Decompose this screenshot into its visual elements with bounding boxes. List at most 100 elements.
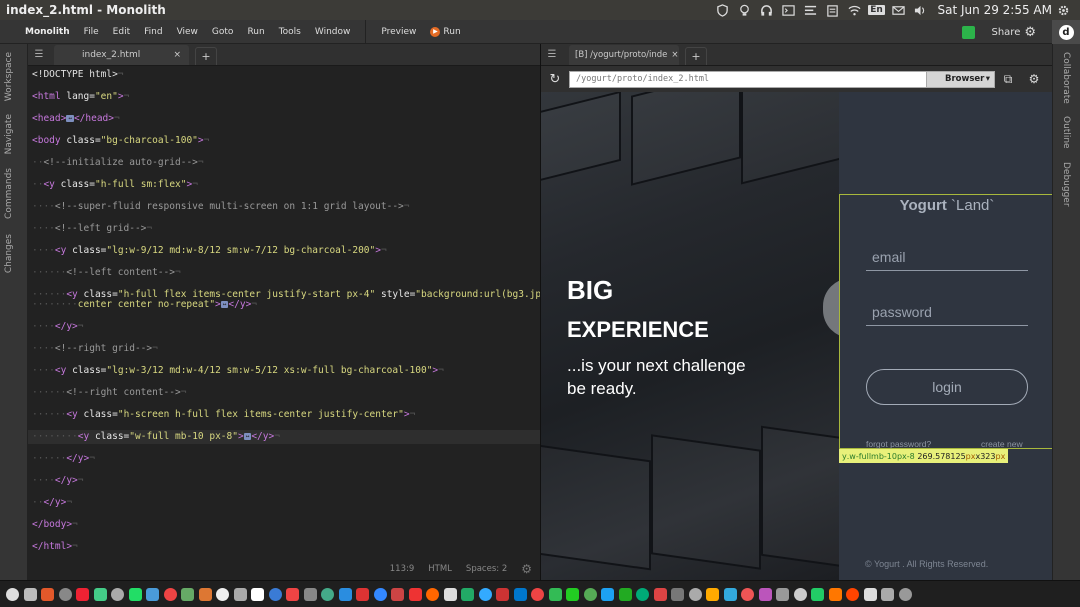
dock-app-icon[interactable]	[407, 586, 425, 603]
create-new-link[interactable]: create new	[981, 439, 1023, 449]
sidebar-tab-workspace[interactable]: Workspace	[4, 52, 14, 101]
dock-app-icon[interactable]	[144, 586, 162, 603]
dock-app-icon[interactable]	[669, 586, 687, 603]
menu-goto[interactable]: Goto	[205, 27, 241, 37]
dock-app-icon[interactable]	[459, 586, 477, 603]
dock-app-icon[interactable]	[354, 586, 372, 603]
tab-list-icon[interactable]: ☰	[28, 43, 50, 65]
preview-button[interactable]: Preview	[374, 27, 423, 37]
sidebar-tab-debugger[interactable]: Debugger	[1061, 162, 1071, 207]
dock-app-icon[interactable]	[634, 586, 652, 603]
new-tab-button[interactable]: +	[195, 47, 217, 65]
dock-app-icon[interactable]	[582, 586, 600, 603]
dock-app-icon[interactable]	[652, 586, 670, 603]
tab-index-2-html[interactable]: index_2.html ×	[54, 45, 189, 65]
menu-run[interactable]: Run	[240, 27, 271, 37]
code-area[interactable]: <!DOCTYPE html>¬ <html lang="en">¬ <head…	[28, 66, 553, 558]
menu-file[interactable]: File	[77, 27, 106, 37]
browser-select[interactable]: Browser ▾	[927, 70, 995, 88]
dock-app-icon[interactable]	[512, 586, 530, 603]
sidebar-tab-collaborate[interactable]: Collaborate	[1061, 52, 1071, 104]
dock-app-icon[interactable]	[267, 586, 285, 603]
menu-find[interactable]: Find	[137, 27, 169, 37]
dock-app-icon[interactable]	[197, 586, 215, 603]
dock-app-icon[interactable]	[442, 586, 460, 603]
dock-app-icon[interactable]	[389, 586, 407, 603]
wifi-icon[interactable]	[844, 0, 866, 20]
dock-app-icon[interactable]	[424, 586, 442, 603]
sidebar-tab-commands[interactable]: Commands	[4, 168, 14, 219]
dock-app-icon[interactable]	[39, 586, 57, 603]
sidebar-tab-changes[interactable]: Changes	[4, 234, 14, 273]
dock-app-icon[interactable]	[844, 586, 862, 603]
dock-app-icon[interactable]	[162, 586, 180, 603]
cursor-position[interactable]: 113:9	[390, 564, 415, 574]
dock-app-icon[interactable]	[127, 586, 145, 603]
reload-icon[interactable]: ↻	[541, 72, 569, 87]
indent-setting[interactable]: Spaces: 2	[466, 564, 507, 574]
dock-app-icon[interactable]	[862, 586, 880, 603]
volume-icon[interactable]	[910, 0, 932, 20]
dock-app-icon[interactable]	[232, 586, 250, 603]
dock-app-icon[interactable]	[4, 586, 22, 603]
collaborators-icon[interactable]	[962, 25, 976, 39]
password-field[interactable]: password	[866, 304, 1028, 326]
dock-app-icon[interactable]	[739, 586, 757, 603]
dock-app-icon[interactable]	[774, 586, 792, 603]
dock-app-icon[interactable]	[827, 586, 845, 603]
menu-window[interactable]: Window	[308, 27, 358, 37]
tab-preview[interactable]: [B] /yogurt/proto/inde ×	[569, 45, 679, 65]
dock-app-icon[interactable]	[494, 586, 512, 603]
forgot-password-link[interactable]: forgot password?	[866, 439, 931, 449]
dock-app-icon[interactable]	[897, 586, 915, 603]
email-field[interactable]: email	[866, 249, 1028, 271]
dock-app-icon[interactable]	[57, 586, 75, 603]
dock-app-icon[interactable]	[22, 586, 40, 603]
close-icon[interactable]: ×	[671, 50, 678, 60]
dock-app-icon[interactable]	[792, 586, 810, 603]
dock-app-icon[interactable]	[547, 586, 565, 603]
gear-icon[interactable]: ⚙	[1021, 72, 1047, 86]
dock-app-icon[interactable]	[109, 586, 127, 603]
mail-icon[interactable]	[888, 0, 910, 20]
dock-app-icon[interactable]	[337, 586, 355, 603]
dock-app-icon[interactable]	[92, 586, 110, 603]
syntax-mode[interactable]: HTML	[428, 564, 452, 574]
run-button[interactable]: ▶ Run	[423, 26, 467, 37]
tab-list-icon[interactable]: ☰	[541, 43, 563, 65]
dashboard-button[interactable]: d	[1052, 20, 1080, 44]
dock-app-icon[interactable]	[599, 586, 617, 603]
dock-app-icon[interactable]	[687, 586, 705, 603]
url-input[interactable]	[569, 70, 927, 88]
dock-app-icon[interactable]	[249, 586, 267, 603]
popout-icon[interactable]: ⧉	[995, 72, 1021, 87]
shield-icon[interactable]	[712, 0, 734, 20]
power-gear-icon[interactable]	[1052, 0, 1074, 20]
dock-app-icon[interactable]	[319, 586, 337, 603]
menu-brand[interactable]: Monolith	[0, 27, 77, 37]
new-tab-button[interactable]: +	[685, 47, 707, 65]
sidebar-tab-navigate[interactable]: Navigate	[4, 114, 14, 154]
system-clock[interactable]: Sat Jun 29 2:55 AM	[932, 3, 1052, 17]
gear-icon[interactable]: ⚙	[521, 562, 532, 576]
menu-tools[interactable]: Tools	[272, 27, 308, 37]
dock-app-icon[interactable]	[564, 586, 582, 603]
menu-view[interactable]: View	[170, 27, 205, 37]
clipboard-icon[interactable]	[822, 0, 844, 20]
dock-app-icon[interactable]	[757, 586, 775, 603]
close-icon[interactable]: ×	[173, 50, 181, 60]
dock-app-icon[interactable]	[704, 586, 722, 603]
dock-app-icon[interactable]	[529, 586, 547, 603]
dock-app-icon[interactable]	[302, 586, 320, 603]
share-button[interactable]: Share	[991, 27, 1020, 38]
dock-app-icon[interactable]	[74, 586, 92, 603]
dock-app-icon[interactable]	[372, 586, 390, 603]
keyboard-layout-indicator[interactable]: En	[866, 0, 888, 20]
dock-app-icon[interactable]	[722, 586, 740, 603]
dock-app-icon[interactable]	[284, 586, 302, 603]
gear-icon[interactable]: ⚙	[1024, 25, 1036, 40]
lightbulb-icon[interactable]	[734, 0, 756, 20]
dock-app-icon[interactable]	[879, 586, 897, 603]
dock-app-icon[interactable]	[809, 586, 827, 603]
terminal-icon[interactable]	[778, 0, 800, 20]
